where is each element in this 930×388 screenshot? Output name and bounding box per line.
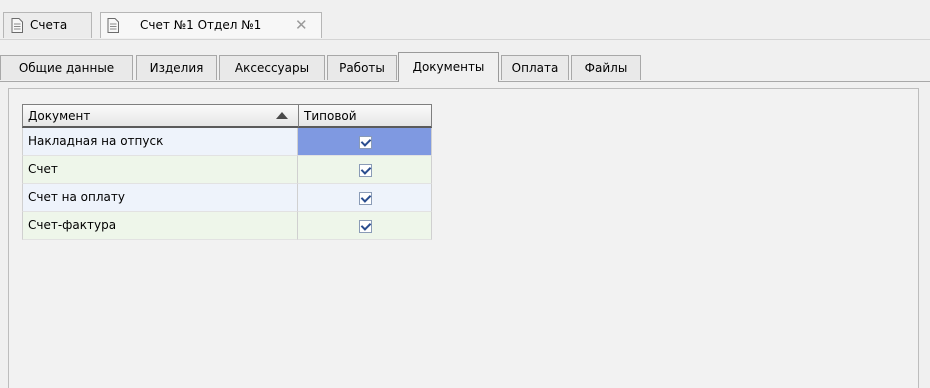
column-header-typical[interactable]: Типовой — [298, 104, 432, 128]
table-row[interactable]: Счет на оплату — [22, 184, 432, 212]
column-header-label: Документ — [28, 109, 91, 123]
table-row[interactable]: Счет — [22, 156, 432, 184]
column-header-document[interactable]: Документ — [22, 104, 299, 128]
document-cell[interactable]: Счет — [22, 156, 298, 184]
checkbox-checked[interactable] — [359, 192, 372, 205]
column-header-label: Типовой — [304, 109, 357, 123]
typical-cell[interactable] — [298, 128, 432, 156]
checkbox-checked[interactable] — [359, 164, 372, 177]
typical-cell[interactable] — [298, 156, 432, 184]
close-icon[interactable]: ✕ — [295, 16, 308, 34]
document-cell[interactable]: Накладная на отпуск — [22, 128, 298, 156]
tab-documents[interactable]: Документы — [398, 52, 499, 82]
document-tab-bar: Счета Счет №1 Отдел №1 ✕ — [0, 0, 930, 40]
document-icon — [107, 18, 119, 33]
checkbox-checked[interactable] — [359, 136, 372, 149]
document-cell[interactable]: Счет на оплату — [22, 184, 298, 212]
document-cell[interactable]: Счет-фактура — [22, 212, 298, 240]
typical-cell[interactable] — [298, 184, 432, 212]
checkbox-checked[interactable] — [359, 220, 372, 233]
tab-bar-divider — [0, 39, 930, 40]
tab-accessories[interactable]: Аксессуары — [219, 55, 325, 80]
tab-schetа[interactable]: Счета — [3, 12, 92, 38]
tab-schet-1-otdel-1[interactable]: Счет №1 Отдел №1 ✕ — [100, 12, 322, 38]
tab-products[interactable]: Изделия — [136, 55, 217, 80]
table-row[interactable]: Счет-фактура — [22, 212, 432, 240]
tab-files[interactable]: Файлы — [571, 55, 641, 80]
grid-header: Документ Типовой — [22, 104, 432, 128]
tab-label: Счета — [30, 18, 68, 32]
tab-works[interactable]: Работы — [327, 55, 397, 80]
table-row[interactable]: Накладная на отпуск — [22, 128, 432, 156]
tab-label: Счет №1 Отдел №1 — [140, 18, 262, 32]
tab-payment[interactable]: Оплата — [501, 55, 569, 80]
typical-cell[interactable] — [298, 212, 432, 240]
document-icon — [11, 18, 23, 33]
sort-ascending-icon — [276, 112, 288, 119]
tab-general-data[interactable]: Общие данные — [0, 55, 133, 80]
